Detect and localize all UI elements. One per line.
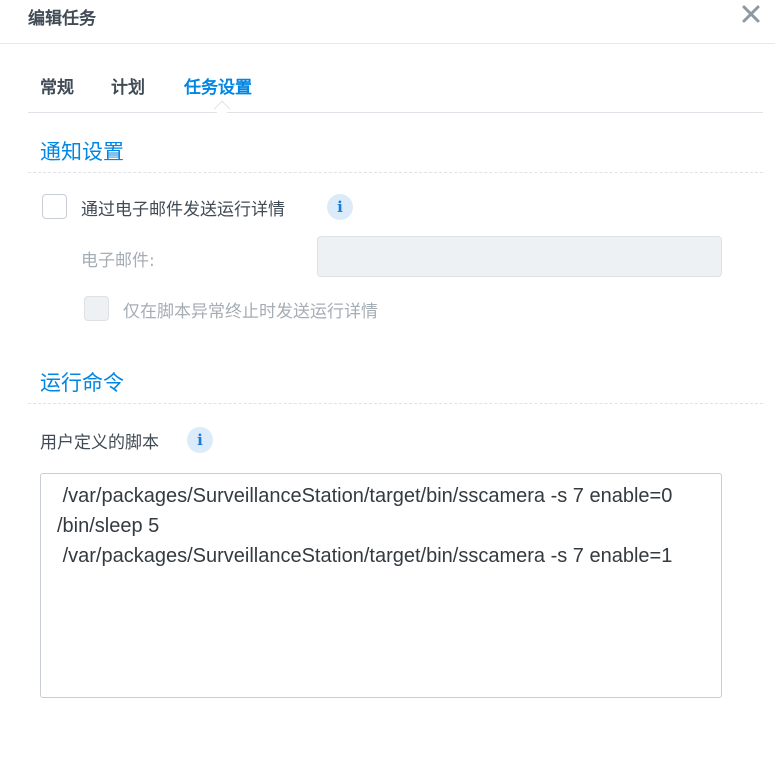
tab-general[interactable]: 常规 bbox=[40, 73, 74, 98]
edit-task-dialog: 编辑任务 常规 计划 任务设置 通知设置 通过电子邮件发送运行详情 i 电子邮件… bbox=[0, 0, 775, 762]
send-details-checkbox[interactable] bbox=[42, 194, 67, 219]
script-label: 用户定义的脚本 bbox=[40, 433, 159, 453]
tab-task-settings[interactable]: 任务设置 bbox=[184, 73, 252, 98]
info-icon[interactable]: i bbox=[327, 194, 353, 220]
close-button[interactable] bbox=[738, 1, 764, 27]
script-textarea[interactable]: /var/packages/SurveillanceStation/target… bbox=[40, 473, 722, 698]
notification-section-title: 通知设置 bbox=[40, 140, 124, 164]
close-icon bbox=[742, 5, 760, 23]
email-field[interactable] bbox=[317, 236, 722, 277]
active-tab-indicator bbox=[213, 100, 231, 118]
info-icon[interactable]: i bbox=[187, 427, 213, 453]
dialog-titlebar: 编辑任务 bbox=[0, 0, 775, 44]
send-details-label: 通过电子邮件发送运行详情 bbox=[81, 200, 285, 220]
command-section-title: 运行命令 bbox=[40, 371, 124, 395]
abnormal-only-label: 仅在脚本异常终止时发送运行详情 bbox=[123, 302, 378, 322]
email-label: 电子邮件: bbox=[81, 251, 155, 271]
section-divider bbox=[28, 172, 763, 173]
section-divider bbox=[28, 403, 763, 404]
tab-bar: 常规 计划 任务设置 bbox=[28, 44, 763, 118]
abnormal-only-checkbox[interactable] bbox=[84, 296, 109, 321]
dialog-title: 编辑任务 bbox=[28, 9, 96, 29]
tab-schedule[interactable]: 计划 bbox=[111, 73, 145, 98]
